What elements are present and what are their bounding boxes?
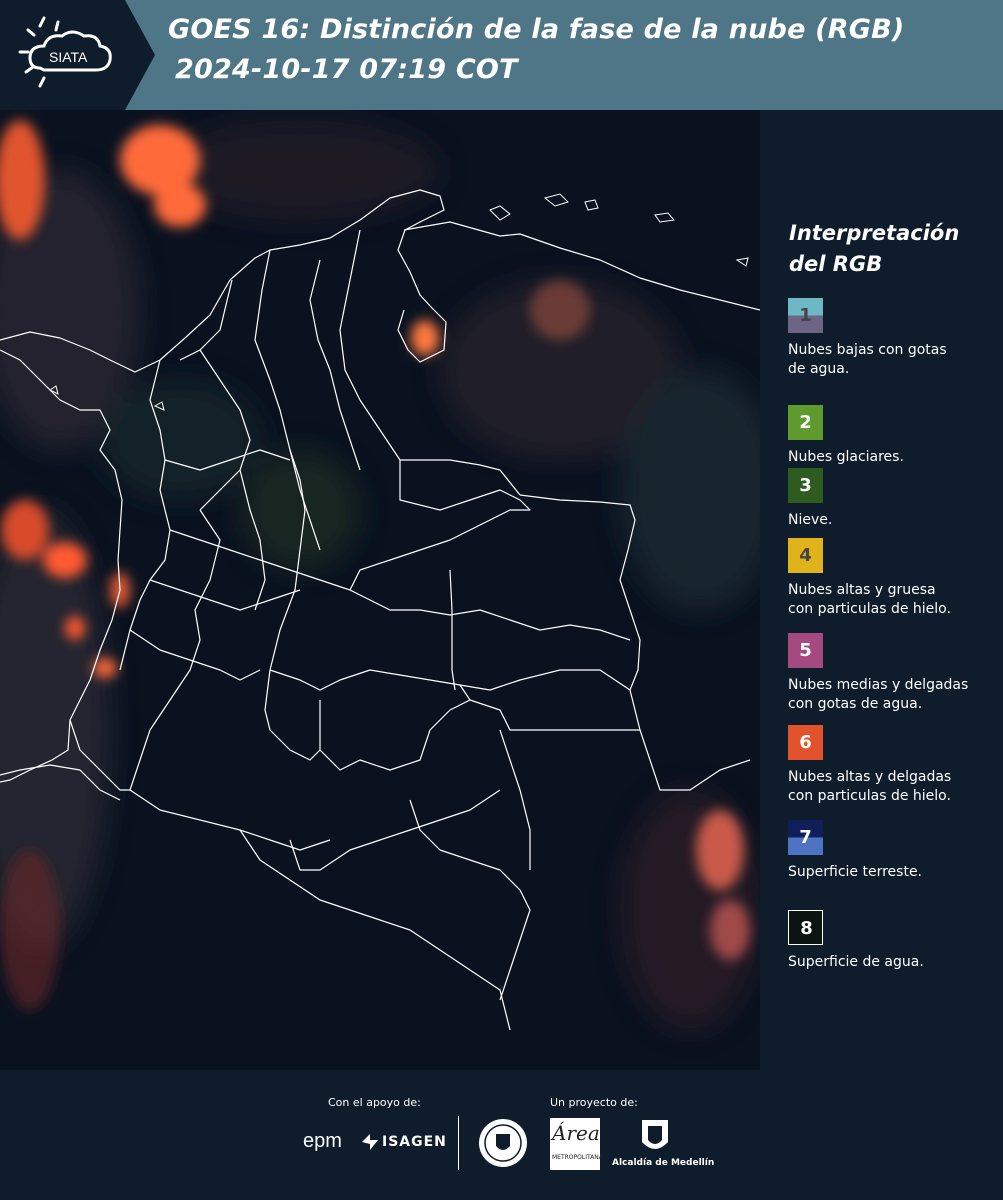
legend-number: 5	[799, 640, 812, 661]
legend-swatch: 6	[788, 725, 823, 760]
siata-logo: SIATA	[0, 0, 155, 110]
legend-description: Nubes medias y delgadas con gotas de agua…	[788, 677, 969, 712]
legend-swatch: 8	[788, 910, 823, 945]
legend-number: 4	[799, 545, 812, 566]
legend-item-6: 6 Nubes altas y delgadas con particulas de…	[788, 725, 998, 806]
area-metropolitana-logo: Área METROPOLITANA	[550, 1118, 603, 1170]
legend-number: 8	[800, 918, 813, 939]
legend-number: 6	[799, 732, 812, 753]
alcaldia-medellin-logo: Alcaldía de Medellín	[612, 1118, 714, 1170]
legend-swatch: 1	[788, 298, 823, 333]
map-timestamp: 2024-10-17 07:19 COT	[175, 54, 518, 85]
header-bar: SIATA GOES 16: Distinción de la fase de …	[0, 0, 1003, 110]
legend-item-7: 7 Superficie terreste.	[788, 820, 998, 882]
project-label: Un proyecto de:	[550, 1096, 638, 1109]
legend-title: Interpretación del RGB	[789, 221, 960, 276]
legend-number: 7	[799, 827, 812, 848]
legend-item-8: 8 Superficie de agua.	[788, 910, 998, 972]
legend-number: 1	[799, 305, 812, 326]
legend-number: 2	[799, 412, 812, 433]
legend-description: Nubes bajas con gotas de agua.	[788, 342, 947, 377]
footer-divider	[458, 1116, 459, 1170]
legend-description: Superficie de agua.	[788, 954, 924, 970]
legend-swatch: 5	[788, 633, 823, 668]
map-title: GOES 16: Distinción de la fase de la nub…	[168, 14, 905, 45]
satellite-map[interactable]	[0, 110, 760, 1070]
legend-item-3: 3 Nieve.	[788, 468, 998, 530]
legend-swatch: 3	[788, 468, 823, 503]
satellite-image	[0, 110, 760, 1070]
footer: Con el apoyo de: Un proyecto de: epm ISA…	[0, 1070, 1003, 1200]
medellin-shield-icon	[642, 1120, 668, 1149]
legend-item-1: 1 Nubes bajas con gotas de agua.	[788, 298, 998, 379]
isagen-icon	[362, 1134, 378, 1150]
legend-item-5: 5 Nubes medias y delgadas con gotas de agu…	[788, 633, 998, 714]
legend-description: Nieve.	[788, 512, 833, 528]
legend-panel: Interpretación del RGB 1 Nubes bajas con …	[760, 110, 1003, 1070]
svg-text:SIATA: SIATA	[49, 49, 88, 65]
epm-logo: epm	[303, 1130, 342, 1152]
legend-description: Nubes altas y delgadas con particulas de …	[788, 769, 952, 804]
legend-number: 3	[799, 475, 812, 496]
legend-swatch: 4	[788, 538, 823, 573]
isagen-logo: ISAGEN	[360, 1132, 446, 1154]
legend-description: Nubes glaciares.	[788, 449, 904, 465]
legend-swatch: 7	[788, 820, 823, 855]
legend-item-2: 2 Nubes glaciares.	[788, 405, 998, 467]
support-label: Con el apoyo de:	[328, 1096, 421, 1109]
legend-swatch: 2	[788, 405, 823, 440]
legend-description: Nubes altas y gruesa con particulas de hi…	[788, 582, 951, 617]
legend-description: Superficie terreste.	[788, 864, 923, 880]
university-seal	[478, 1118, 528, 1172]
legend-item-4: 4 Nubes altas y gruesa con particulas de h…	[788, 538, 998, 619]
